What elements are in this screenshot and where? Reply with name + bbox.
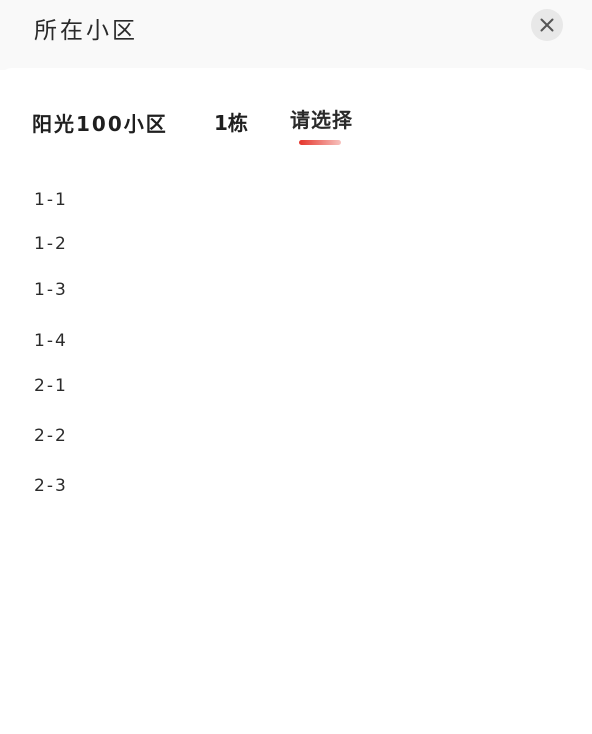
list-item[interactable]: 1-2 bbox=[34, 232, 68, 256]
picker-sheet: 阳光100小区 1栋 请选择 1-1 1-2 1-3 1-4 2-1 2-2 2… bbox=[0, 68, 592, 734]
tab-please-select[interactable]: 请选择 bbox=[290, 106, 353, 134]
tab-building[interactable]: 1栋 bbox=[214, 109, 248, 137]
list-item[interactable]: 1-4 bbox=[34, 329, 68, 353]
active-tab-indicator bbox=[299, 140, 341, 145]
close-icon bbox=[540, 18, 554, 32]
address-picker-page: 所在小区 阳光100小区 1栋 请选择 1-1 1-2 1-3 1-4 2-1 … bbox=[0, 0, 592, 734]
list-item[interactable]: 1-1 bbox=[34, 188, 68, 212]
list-item[interactable]: 1-3 bbox=[34, 278, 68, 302]
selection-tabs: 阳光100小区 1栋 请选择 bbox=[0, 68, 592, 160]
list-item[interactable]: 2-3 bbox=[34, 474, 68, 498]
list-item[interactable]: 2-1 bbox=[34, 374, 68, 398]
list-item[interactable]: 2-2 bbox=[34, 424, 68, 448]
picker-header: 所在小区 bbox=[0, 0, 592, 70]
close-button[interactable] bbox=[531, 9, 563, 41]
page-title: 所在小区 bbox=[34, 18, 138, 44]
tab-community[interactable]: 阳光100小区 bbox=[32, 110, 168, 138]
